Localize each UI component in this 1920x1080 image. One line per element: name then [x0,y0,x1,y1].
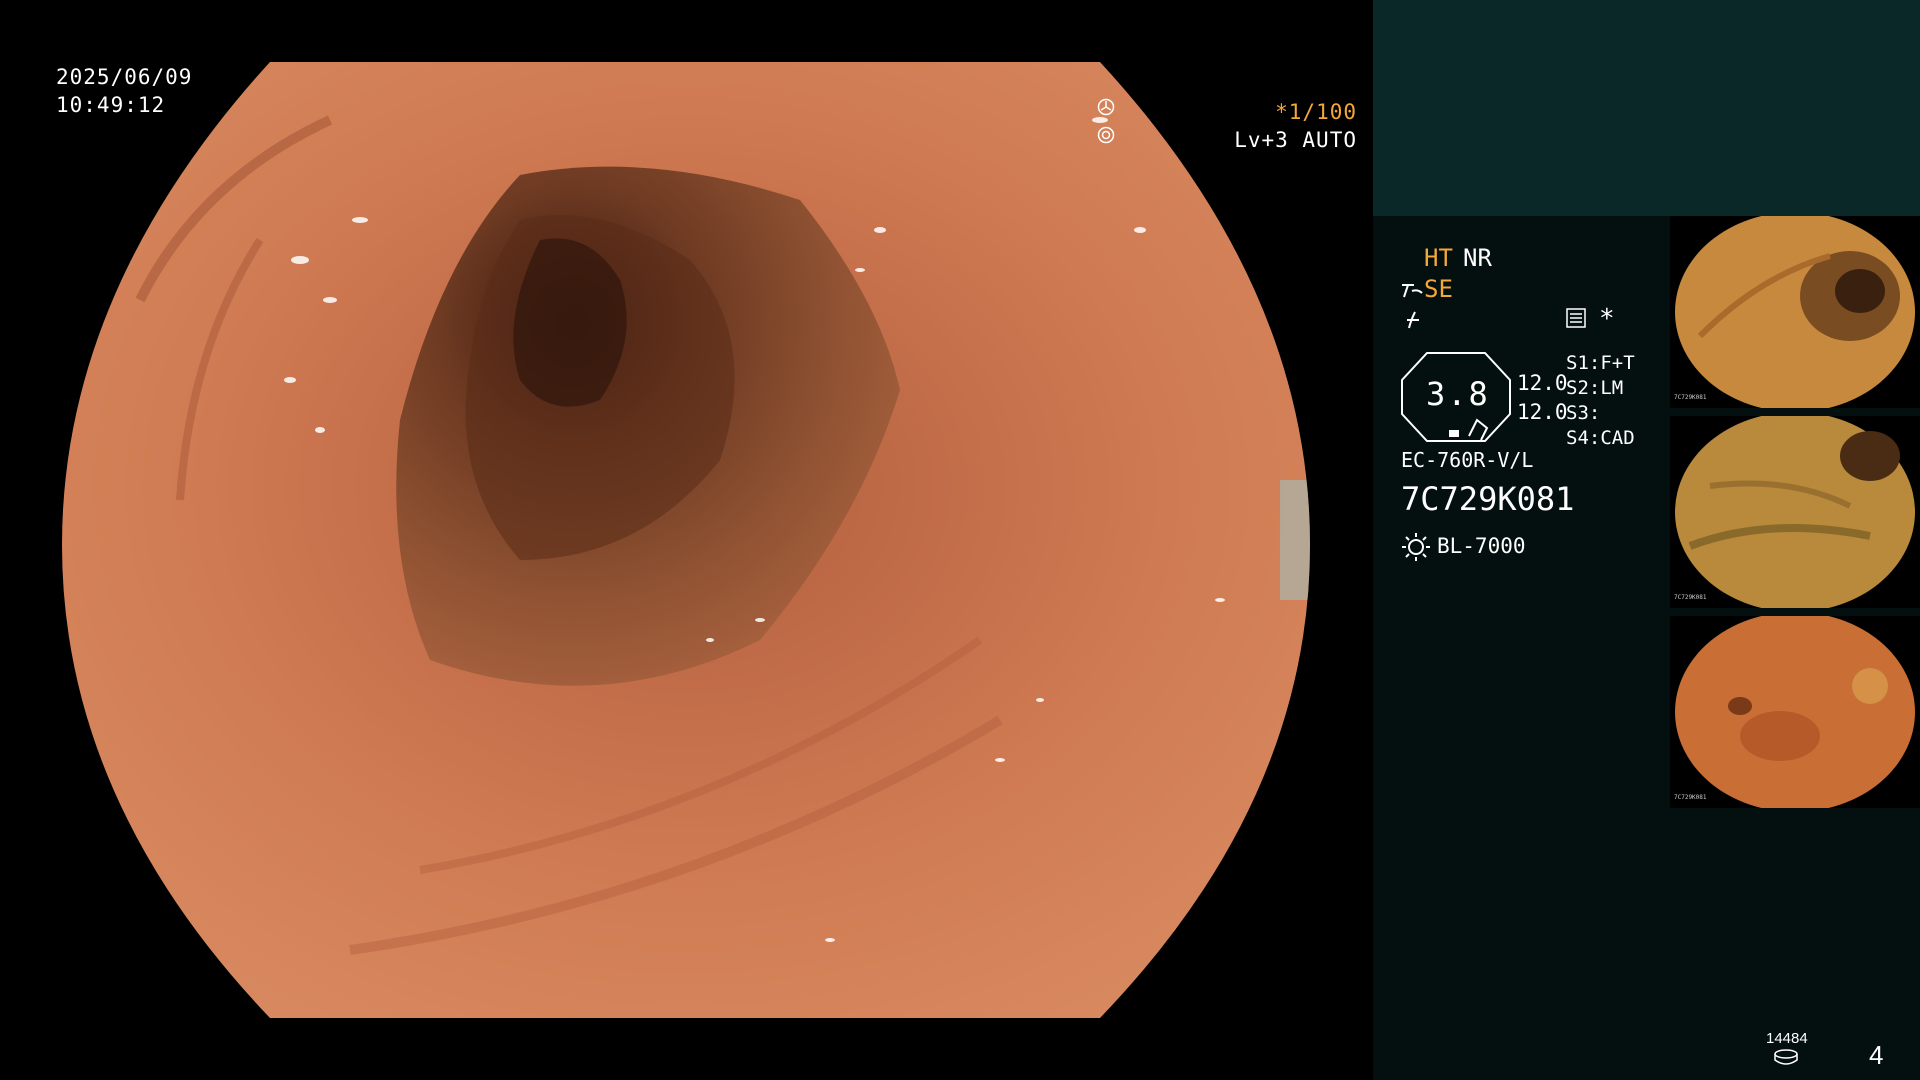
thumbnail-3[interactable]: 7C729K081 [1670,616,1920,808]
level-readout: Lv+3 AUTO [1097,126,1357,154]
thumbnail-2[interactable]: 7C729K081 [1670,416,1920,608]
ht-label: HT [1424,244,1453,272]
date-text: 2025/06/09 [56,65,193,89]
gain-value-2: 12.0 [1517,400,1568,424]
scope-serial: 7C729K081 [1401,480,1575,518]
zoom-value: 3.8 [1426,375,1490,413]
thumbnail-image [1675,616,1915,808]
thumbnail-label: 7C729K081 [1674,594,1707,601]
structure-icon [1407,311,1419,329]
se-label: SE [1424,275,1453,303]
light-source: BL-7000 [1437,534,1526,558]
side-panel: HT NR SE * 3.8 12.0 12.0 S1:F+T S2:LM S3… [1373,0,1920,1080]
lamp-icon [1402,533,1430,561]
s1-setting: S1:F+T [1566,352,1635,374]
s2-setting: S2:LM [1566,377,1624,399]
enhance-icon [1402,284,1423,298]
thumbnail-label: 7C729K081 [1674,394,1707,401]
endoscope-image [62,62,1310,1018]
iris-icon [1097,126,1115,144]
disk-icon [1774,1049,1798,1065]
fan-icon [1097,98,1115,116]
storage-count: 14484 [1766,1030,1808,1047]
s4-setting: S4:CAD [1566,427,1635,449]
shutter-readout: *1/100 [1097,98,1357,126]
teal-header [1373,0,1920,216]
memo-icon [1566,308,1586,328]
asterisk-indicator: * [1599,304,1615,334]
page-number: 4 [1869,1040,1884,1070]
thumbnail-list: 7C729K081 7C729K081 7C729K081 [1670,216,1920,816]
level-text: Lv+3 AUTO [1234,128,1357,152]
gain-value-1: 12.0 [1517,371,1568,395]
thumbnail-label: 7C729K081 [1674,794,1707,801]
shutter-text: *1/100 [1275,100,1357,124]
nr-label: NR [1463,244,1492,272]
thumbnail-image [1675,416,1915,608]
scope-model: EC-760R-V/L [1401,448,1534,472]
endoscope-view: 2025/06/09 10:49:12 *1/100 Lv+3 AUTO [0,0,1373,1080]
s3-setting: S3: [1566,402,1601,424]
thumbnail-1[interactable]: 7C729K081 [1670,216,1920,408]
thumbnail-image [1675,216,1915,408]
datetime: 2025/06/09 10:49:12 [56,63,192,119]
time-text: 10:49:12 [56,93,166,117]
